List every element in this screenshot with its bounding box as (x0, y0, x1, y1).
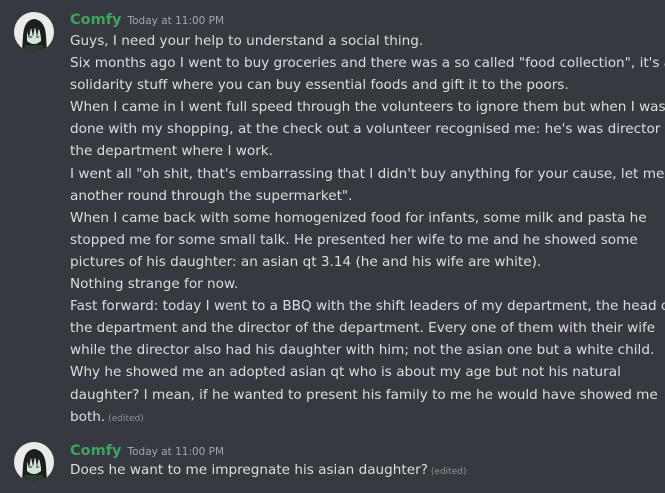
message-line: When I came in I went full speed through… (70, 99, 665, 116)
message-line: I went all "oh shit, that's embarrassing… (70, 165, 665, 182)
message-line-text: both. (70, 408, 106, 425)
anime-avatar-icon (14, 442, 54, 482)
message-line: When I came back with some homogenized f… (70, 209, 647, 226)
edited-label: (edited) (108, 413, 144, 424)
message-line: Six months ago I went to buy groceries a… (70, 55, 665, 72)
message-timestamp: Today at 11:00 PM (127, 15, 225, 27)
message-line: while the director also had his daughter… (70, 342, 655, 359)
message-header: Comfy Today at 11:00 PM (70, 9, 224, 28)
username[interactable]: Comfy (70, 12, 121, 28)
message-line: the department where I work. (70, 143, 273, 160)
chat-messages: Comfy Today at 11:00 PM Guys, I need your… (0, 0, 665, 493)
message-line: Nothing strange for now. (70, 276, 239, 293)
message-line: stopped me for some small talk. He prese… (70, 231, 638, 248)
message-line: Guys, I need your help to understand a s… (70, 33, 424, 49)
message-line-text: Does he want to me impregnate his asian … (70, 462, 428, 478)
message-timestamp: Today at 11:00 PM (127, 446, 225, 458)
message-line-last: Does he want to me impregnate his asian … (70, 459, 658, 481)
message-line: done with my shopping, at the check out … (70, 121, 665, 138)
message-line: another round through the supermarket". (70, 187, 353, 204)
message-content: Does he want to me impregnate his asian … (70, 459, 658, 481)
message-line: the department and the director of the d… (70, 320, 656, 337)
user-avatar[interactable] (14, 442, 54, 482)
message-line: daughter? I mean, if he wanted to presen… (70, 386, 658, 403)
username[interactable]: Comfy (70, 443, 121, 459)
user-avatar[interactable] (14, 12, 54, 52)
message-content: Guys, I need your help to understand a s… (70, 30, 665, 428)
edited-label: (edited) (430, 467, 467, 477)
message-line: Fast forward: today I went to a BBQ with… (70, 298, 665, 315)
message-header: Comfy Today at 11:00 PM (70, 440, 224, 459)
message-line-last: both. (edited) (70, 406, 658, 428)
message-line: Why he showed me an adopted asian qt who… (70, 364, 621, 381)
anime-avatar-icon (14, 12, 54, 52)
message-line: solidarity stuff where you can buy essen… (70, 77, 569, 94)
message-line: pictures of his daughter: an asian qt 3.… (70, 253, 542, 270)
